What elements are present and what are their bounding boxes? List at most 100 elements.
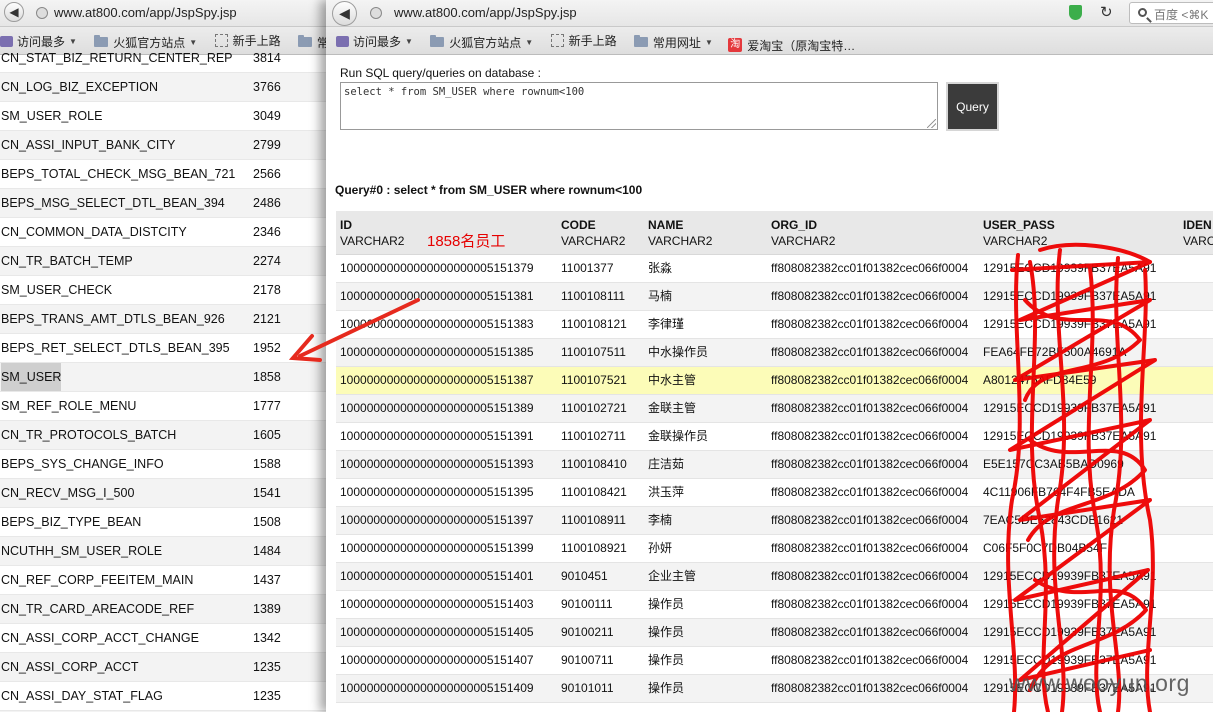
table-list-row[interactable]: CN_LOG_BIZ_EXCEPTION 3766 bbox=[0, 73, 330, 102]
table-cell: ff808082382cc01f01382cec066f0004 bbox=[771, 625, 969, 639]
reload-icon[interactable]: ↻ bbox=[1100, 3, 1113, 21]
table-list-row[interactable]: CN_TR_CARD_AREACODE_REF 1389 bbox=[0, 595, 330, 624]
table-row[interactable]: 10000000000000000000005151379 11001377 张淼 f… bbox=[336, 255, 1213, 283]
table-cell: 10000000000000000000005151387 bbox=[340, 373, 534, 387]
column-header[interactable]: NAME VARCHAR2 bbox=[648, 217, 712, 249]
table-list-row[interactable]: CN_ASSI_DAY_STAT_FLAG 1235 bbox=[0, 682, 330, 711]
table-row[interactable]: 10000000000000000000005151403 90100111 操作员… bbox=[336, 591, 1213, 619]
back-url-text[interactable]: www.at800.com/app/JspSpy.jsp bbox=[54, 5, 237, 20]
table-row-count: 1541 bbox=[253, 486, 281, 500]
table-name[interactable]: CN_ASSI_CORP_ACCT bbox=[1, 653, 139, 681]
table-name[interactable]: CN_ASSI_INPUT_BANK_CITY bbox=[1, 131, 175, 159]
bookmark-getting-started[interactable]: 新手上路 bbox=[550, 27, 617, 54]
table-list-row[interactable]: CN_ASSI_CORP_ACCT_CHANGE 1342 bbox=[0, 624, 330, 653]
column-type: VARCHAR2 bbox=[340, 234, 405, 248]
table-list-row[interactable]: CN_RECV_MSG_I_500 1541 bbox=[0, 479, 330, 508]
table-name[interactable]: BEPS_TRANS_AMT_DTLS_BEAN_926 bbox=[1, 305, 225, 333]
table-list-row[interactable]: BEPS_BIZ_TYPE_BEAN 1508 bbox=[0, 508, 330, 537]
bookmark-common-sites[interactable]: 常用网址 ▼ bbox=[633, 29, 713, 55]
bookmark-firefox-sites[interactable]: 火狐官方站点 ▼ bbox=[430, 29, 533, 55]
table-list-row[interactable]: SM_REF_ROLE_MENU 1777 bbox=[0, 392, 330, 421]
table-list-row[interactable]: BEPS_TOTAL_CHECK_MSG_BEAN_721 2566 bbox=[0, 160, 330, 189]
table-cell: ff808082382cc01f01382cec066f0004 bbox=[771, 457, 969, 471]
search-input[interactable]: 百度 <⌘K bbox=[1129, 2, 1213, 24]
table-name[interactable]: BEPS_RET_SELECT_DTLS_BEAN_395 bbox=[1, 334, 230, 362]
column-header[interactable]: ID VARCHAR2 bbox=[340, 217, 404, 249]
table-row[interactable]: 10000000000000000000005151381 1100108111 马… bbox=[336, 283, 1213, 311]
query-button[interactable]: Query bbox=[946, 82, 999, 131]
table-cell: 10000000000000000000005151395 bbox=[340, 485, 534, 499]
column-header[interactable]: CODE VARCHAR2 bbox=[561, 217, 625, 249]
column-header[interactable]: ORG_ID VARCHAR2 bbox=[771, 217, 835, 249]
table-name[interactable]: CN_TR_PROTOCOLS_BATCH bbox=[1, 421, 176, 449]
table-list-row[interactable]: BEPS_MSG_SELECT_DTL_BEAN_394 2486 bbox=[0, 189, 330, 218]
table-row[interactable]: 10000000000000000000005151393 1100108410 庄… bbox=[336, 451, 1213, 479]
table-name[interactable]: CN_TR_CARD_AREACODE_REF bbox=[1, 595, 194, 623]
table-name[interactable]: CN_COMMON_DATA_DISTCITY bbox=[1, 218, 187, 246]
table-row[interactable]: 10000000000000000000005151395 1100108421 洪… bbox=[336, 479, 1213, 507]
table-name[interactable]: CN_RECV_MSG_I_500 bbox=[1, 479, 134, 507]
table-row[interactable]: 10000000000000000000005151399 1100108921 孙… bbox=[336, 535, 1213, 563]
table-name[interactable]: CN_ASSI_DAY_STAT_FLAG bbox=[1, 682, 163, 710]
column-header[interactable]: USER_PASS VARCHAR2 bbox=[983, 217, 1055, 249]
table-list-row[interactable]: CN_REF_CORP_FEEITEM_MAIN 1437 bbox=[0, 566, 330, 595]
back-button[interactable]: ◀ bbox=[4, 2, 24, 22]
security-shield-icon[interactable] bbox=[1069, 5, 1082, 20]
table-cell: 12915ECCD19939FB37EA5A91 bbox=[983, 429, 1157, 443]
table-name[interactable]: CN_REF_CORP_FEEITEM_MAIN bbox=[1, 566, 193, 594]
table-list-row[interactable]: CN_STAT_BIZ_RETURN_CENTER_REP 3814 bbox=[0, 44, 330, 73]
table-cell: 12915ECCD19939FB37EA5A91 bbox=[983, 569, 1157, 583]
table-cell: 10000000000000000000005151379 bbox=[340, 261, 534, 275]
table-list-row[interactable]: SM_USER_CHECK 2178 bbox=[0, 276, 330, 305]
table-name[interactable]: BEPS_MSG_SELECT_DTL_BEAN_394 bbox=[1, 189, 225, 217]
table-row-count: 3814 bbox=[253, 51, 281, 65]
table-row-count: 1605 bbox=[253, 428, 281, 442]
table-row[interactable]: 10000000000000000000005151405 90100211 操作员… bbox=[336, 619, 1213, 647]
table-name[interactable]: SM_USER_CHECK bbox=[1, 276, 112, 304]
table-cell: ff808082382cc01f01382cec066f0004 bbox=[771, 597, 969, 611]
table-name[interactable]: CN_STAT_BIZ_RETURN_CENTER_REP bbox=[1, 44, 233, 72]
table-list-row[interactable]: CN_COMMON_DATA_DISTCITY 2346 bbox=[0, 218, 330, 247]
bookmark-aitaobao[interactable]: 淘 爱淘宝（原淘宝特… bbox=[728, 32, 855, 55]
front-url-text[interactable]: www.at800.com/app/JspSpy.jsp bbox=[394, 5, 577, 20]
table-list-row[interactable]: BEPS_SYS_CHANGE_INFO 1588 bbox=[0, 450, 330, 479]
column-type: VARCHAR2 bbox=[983, 234, 1048, 248]
column-name: USER_PASS bbox=[983, 218, 1055, 232]
table-name[interactable]: NCUTHH_SM_USER_ROLE bbox=[1, 537, 162, 565]
table-name[interactable]: SM_REF_ROLE_MENU bbox=[1, 392, 136, 420]
table-list-row[interactable]: CN_TR_BATCH_TEMP 2274 bbox=[0, 247, 330, 276]
table-row[interactable]: 10000000000000000000005151387 1100107521 中… bbox=[336, 367, 1213, 395]
table-row[interactable]: 10000000000000000000005151383 1100108121 李… bbox=[336, 311, 1213, 339]
table-name[interactable]: BEPS_SYS_CHANGE_INFO bbox=[1, 450, 164, 478]
table-list-row[interactable]: BEPS_RET_SELECT_DTLS_BEAN_395 1952 bbox=[0, 334, 330, 363]
table-row[interactable]: 10000000000000000000005151389 1100102721 金… bbox=[336, 395, 1213, 423]
column-name: ID bbox=[340, 218, 352, 232]
column-type: VARCHAR2 bbox=[648, 234, 713, 248]
table-list-row[interactable]: NCUTHH_SM_USER_ROLE 1484 bbox=[0, 537, 330, 566]
table-name[interactable]: BEPS_BIZ_TYPE_BEAN bbox=[1, 508, 141, 536]
bookmark-most-visited[interactable]: 访问最多 ▼ bbox=[336, 28, 413, 54]
column-name: IDEN bbox=[1183, 218, 1212, 232]
table-row[interactable]: 10000000000000000000005151391 1100102711 金… bbox=[336, 423, 1213, 451]
table-list-row[interactable]: CN_TR_PROTOCOLS_BATCH 1605 bbox=[0, 421, 330, 450]
table-name[interactable]: CN_LOG_BIZ_EXCEPTION bbox=[1, 73, 158, 101]
sql-query-textarea[interactable]: select * from SM_USER where rownum<100 bbox=[340, 82, 938, 130]
table-name[interactable]: BEPS_TOTAL_CHECK_MSG_BEAN_721 bbox=[1, 160, 235, 188]
table-row[interactable]: 10000000000000000000005151397 1100108911 李… bbox=[336, 507, 1213, 535]
column-header[interactable]: IDEN VARC bbox=[1183, 217, 1213, 249]
table-name[interactable]: SM_USER bbox=[1, 363, 62, 391]
table-row[interactable]: 10000000000000000000005151401 9010451 企业主管… bbox=[336, 563, 1213, 591]
table-list-row[interactable]: CN_ASSI_CORP_ACCT 1235 bbox=[0, 653, 330, 682]
table-list-row[interactable]: BEPS_TRANS_AMT_DTLS_BEAN_926 2121 bbox=[0, 305, 330, 334]
back-button[interactable]: ◀ bbox=[332, 1, 357, 26]
table-row[interactable]: 10000000000000000000005151385 1100107511 中… bbox=[336, 339, 1213, 367]
table-cell: 12915ECCD19939FB37EA5A91 bbox=[983, 401, 1157, 415]
table-list-row[interactable]: SM_USER_ROLE 3049 bbox=[0, 102, 330, 131]
table-name[interactable]: CN_TR_BATCH_TEMP bbox=[1, 247, 133, 275]
table-list-row[interactable]: SM_USER 1858 bbox=[0, 363, 330, 392]
site-globe-icon bbox=[370, 7, 382, 19]
table-list-row[interactable]: CN_ASSI_INPUT_BANK_CITY 2799 bbox=[0, 131, 330, 160]
table-name[interactable]: CN_ASSI_CORP_ACCT_CHANGE bbox=[1, 624, 199, 652]
resize-handle-icon[interactable] bbox=[927, 119, 936, 128]
table-name[interactable]: SM_USER_ROLE bbox=[1, 102, 102, 130]
